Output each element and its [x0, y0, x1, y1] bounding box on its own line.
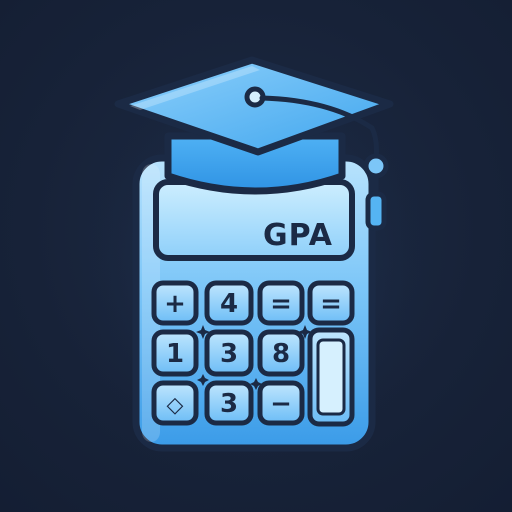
keypad-row-1: + 4 = = [151, 280, 355, 326]
tassel-fringe [365, 191, 387, 231]
key-equals-1-label: = [270, 289, 292, 319]
key-1-label: 1 [166, 339, 184, 369]
key-3b-label: 3 [220, 389, 238, 419]
app-icon-canvas: GPA + 4 = = 1 3 8 ◇ 3 − [0, 0, 512, 512]
key-diamond-label: ◇ [167, 393, 184, 418]
key-4-label: 4 [220, 289, 238, 319]
gpa-calculator-icon: GPA + 4 = = 1 3 8 ◇ 3 − [66, 56, 446, 480]
calculator-icon: GPA + 4 = = 1 3 8 ◇ 3 − [132, 154, 376, 452]
screen-label: GPA [263, 218, 333, 253]
tassel-knot [363, 153, 389, 179]
key-plus-label: + [164, 289, 186, 319]
key-3-label: 3 [220, 339, 238, 369]
key-tall-inner [316, 338, 346, 416]
keypad-row-3: ◇ 3 − [151, 380, 305, 426]
key-8-label: 8 [272, 339, 290, 369]
key-equals-2-label: = [320, 289, 342, 319]
key-minus-label: − [270, 389, 292, 419]
